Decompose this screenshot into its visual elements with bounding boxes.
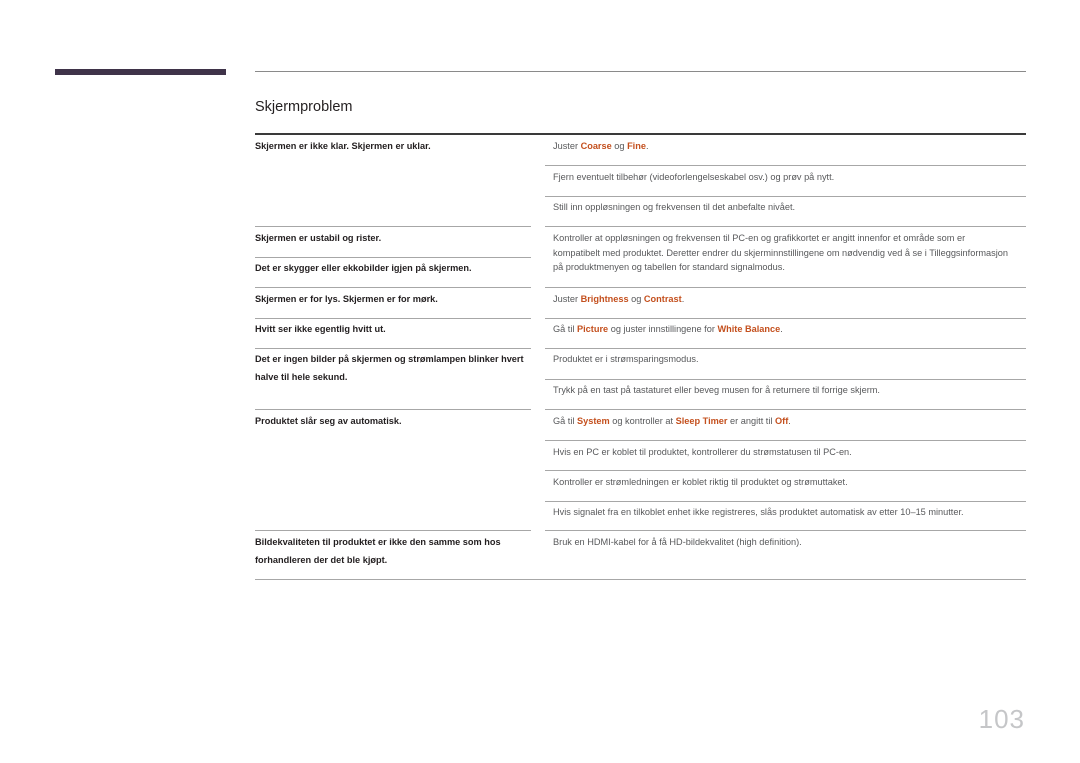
menu-term: Sleep Timer xyxy=(675,416,728,426)
problem-cell: Skjermen er ustabil og rister. xyxy=(255,233,382,243)
solution-text: Hvis en PC er koblet til produktet, kont… xyxy=(553,447,852,457)
solution-text: Hvis signalet fra en tilkoblet enhet ikk… xyxy=(553,507,964,517)
solution-text: og xyxy=(611,141,628,151)
solution-text: og juster innstillingene for xyxy=(608,324,718,334)
section-title: Skjermproblem xyxy=(255,99,353,115)
row-divider xyxy=(255,226,531,227)
solution-cell: Produktet er i strømsparingsmodus. xyxy=(553,352,1009,367)
solution-cell: Kontroller at oppløsningen og frekvensen… xyxy=(553,231,1009,275)
row-divider xyxy=(545,501,1026,502)
row-divider xyxy=(255,257,531,258)
solution-text: Kontroller at oppløsningen og frekvensen… xyxy=(553,233,1009,272)
table-bottom-rule xyxy=(255,579,1026,580)
solution-cell: Kontroller er strømledningen er koblet r… xyxy=(553,475,1009,490)
row-divider xyxy=(255,530,531,531)
row-divider xyxy=(255,409,531,410)
menu-term: Coarse xyxy=(580,141,612,151)
solution-text: Juster xyxy=(553,294,581,304)
row-divider xyxy=(545,287,1026,288)
row-divider xyxy=(545,318,1026,319)
menu-term: Off xyxy=(775,416,789,426)
solution-text: Gå til xyxy=(553,416,577,426)
row-divider xyxy=(255,348,531,349)
row-divider xyxy=(255,287,531,288)
menu-term: Contrast xyxy=(643,294,682,304)
menu-term: Fine xyxy=(627,141,646,151)
page-number: 103 xyxy=(978,704,1025,734)
problem-cell: Skjermen er for lys. Skjermen er for mør… xyxy=(255,294,438,304)
problem-cell: Bildekvaliteten til produktet er ikke de… xyxy=(255,537,501,565)
solution-text: og kontroller at xyxy=(609,416,676,426)
solution-text: Gå til xyxy=(553,324,577,334)
problem-cell: Produktet slår seg av automatisk. xyxy=(255,416,402,426)
problem-cell: Det er skygger eller ekkobilder igjen på… xyxy=(255,263,472,273)
solution-text: Bruk en HDMI-kabel for å få HD-bildekval… xyxy=(553,537,802,547)
row-divider xyxy=(545,165,1026,166)
solution-cell: Gå til System og kontroller at Sleep Tim… xyxy=(553,414,1009,429)
solution-text: Produktet er i strømsparingsmodus. xyxy=(553,354,699,364)
header-rule xyxy=(255,71,1026,72)
solution-text: Trykk på en tast på tastaturet eller bev… xyxy=(553,385,880,395)
chapter-bar xyxy=(55,69,226,75)
solution-text: . xyxy=(788,416,791,426)
row-divider xyxy=(545,530,1026,531)
row-divider xyxy=(255,318,531,319)
problem-cell: Det er ingen bilder på skjermen og strøm… xyxy=(255,354,524,382)
row-divider xyxy=(545,440,1026,441)
row-divider xyxy=(545,409,1026,410)
solution-text: . xyxy=(681,294,685,304)
solution-text: Fjern eventuelt tilbehør (videoforlengel… xyxy=(553,172,835,182)
solution-text: . xyxy=(780,324,783,334)
solution-cell: Still inn oppløsningen og frekvensen til… xyxy=(553,200,1009,215)
row-divider xyxy=(545,348,1026,349)
solution-cell: Fjern eventuelt tilbehør (videoforlengel… xyxy=(553,170,1009,185)
row-divider xyxy=(545,226,1026,227)
row-divider xyxy=(545,470,1026,471)
table-top-rule xyxy=(255,133,1026,135)
menu-term: Picture xyxy=(577,324,609,334)
solution-cell: Gå til Picture og juster innstillingene … xyxy=(553,322,1009,337)
solution-cell: Bruk en HDMI-kabel for å få HD-bildekval… xyxy=(553,535,1009,550)
solution-cell: Juster Brightness og Contrast. xyxy=(553,292,1009,307)
menu-term: White Balance xyxy=(717,324,781,334)
solution-cell: Hvis signalet fra en tilkoblet enhet ikk… xyxy=(553,505,1009,520)
solution-text: Juster xyxy=(553,141,581,151)
solution-text: Kontroller er strømledningen er koblet r… xyxy=(553,477,848,487)
menu-term: Brightness xyxy=(580,294,629,304)
problem-cell: Skjermen er ikke klar. Skjermen er uklar… xyxy=(255,141,431,151)
row-divider xyxy=(545,379,1026,380)
menu-term: System xyxy=(577,416,610,426)
solution-text: . xyxy=(645,141,649,151)
row-divider xyxy=(545,196,1026,197)
solution-text: er angitt til xyxy=(727,416,775,426)
problem-cell: Hvitt ser ikke egentlig hvitt ut. xyxy=(255,324,386,334)
solution-cell: Trykk på en tast på tastaturet eller bev… xyxy=(553,383,1009,398)
solution-cell: Hvis en PC er koblet til produktet, kont… xyxy=(553,445,1009,460)
solution-cell: Juster Coarse og Fine. xyxy=(553,139,1009,154)
solution-text: og xyxy=(628,294,644,304)
solution-text: Still inn oppløsningen og frekvensen til… xyxy=(553,202,796,212)
